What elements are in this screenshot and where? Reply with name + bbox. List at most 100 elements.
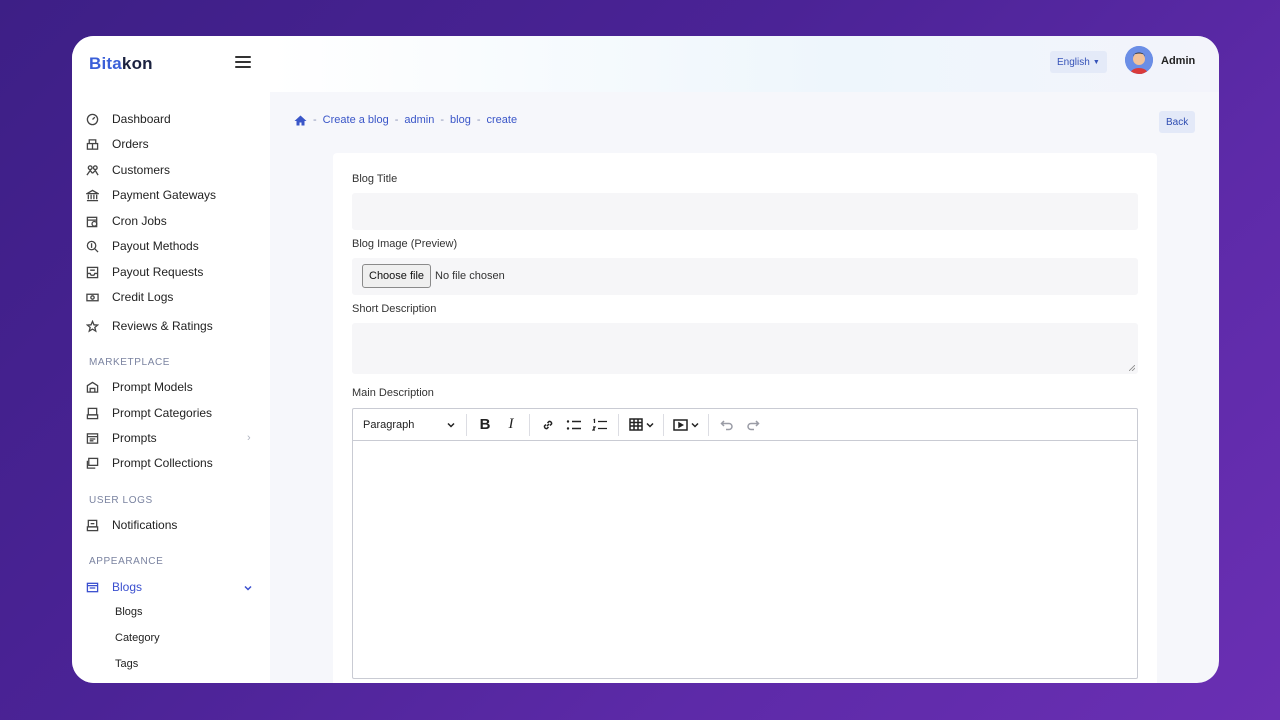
inbox-icon xyxy=(85,265,99,279)
sidebar-item-label: Prompt Collections xyxy=(112,456,213,470)
sidebar-item-prompt-categories[interactable]: Prompt Categories xyxy=(85,403,212,423)
money-icon xyxy=(85,290,99,304)
collection-icon xyxy=(85,456,99,470)
model-icon xyxy=(85,380,99,394)
sidebar-item-credit-logs[interactable]: Credit Logs xyxy=(85,287,173,307)
main-description-label: Main Description xyxy=(352,387,434,399)
blog-form-card: Blog Title Blog Image (Preview) Choose f… xyxy=(333,153,1157,683)
brand-logo[interactable]: Bitakon xyxy=(89,54,153,74)
language-dropdown[interactable]: English ▼ xyxy=(1050,51,1107,73)
sidebar-subitem-category[interactable]: Category xyxy=(115,632,160,644)
breadcrumb-item[interactable]: blog xyxy=(450,114,471,126)
sidebar-item-label: Prompts xyxy=(112,431,157,445)
customers-icon xyxy=(85,163,99,177)
user-name[interactable]: Admin xyxy=(1161,55,1195,67)
back-button[interactable]: Back xyxy=(1159,111,1196,133)
redo-icon xyxy=(747,419,760,430)
redo-button[interactable] xyxy=(740,414,766,436)
insert-table-dropdown[interactable] xyxy=(624,414,658,436)
bold-button[interactable]: B xyxy=(472,414,498,436)
insert-media-dropdown[interactable] xyxy=(669,414,703,436)
sidebar-item-label: Orders xyxy=(112,137,149,151)
table-icon xyxy=(628,418,643,431)
sidebar-item-payout-methods[interactable]: Payout Methods xyxy=(85,236,199,256)
sidebar-item-notifications[interactable]: Notifications xyxy=(85,515,177,535)
blog-title-label: Blog Title xyxy=(352,173,398,185)
bulleted-list-icon xyxy=(566,419,581,430)
caret-down-icon: ▼ xyxy=(1092,58,1100,66)
link-button[interactable] xyxy=(535,414,561,436)
breadcrumb: - Create a blog - admin - blog - create xyxy=(294,114,517,126)
sidebar-item-prompt-collections[interactable]: Prompt Collections xyxy=(85,453,213,473)
link-icon xyxy=(543,420,553,429)
editor-toolbar: Paragraph B I xyxy=(353,409,1137,441)
category-icon xyxy=(85,406,99,420)
sidebar-item-prompts[interactable]: Prompts xyxy=(85,428,157,448)
sidebar-item-label: Payout Methods xyxy=(112,239,199,253)
sidebar-subitem-blogs[interactable]: Blogs xyxy=(115,606,143,618)
bulleted-list-button[interactable] xyxy=(561,414,587,436)
language-label: English xyxy=(1057,56,1090,68)
undo-button[interactable] xyxy=(714,414,740,436)
editor-content-area[interactable] xyxy=(353,441,1137,678)
sidebar-item-label: Prompt Categories xyxy=(112,406,213,420)
sidebar-item-label: Cron Jobs xyxy=(112,214,167,228)
prompt-icon xyxy=(85,431,99,445)
sidebar-item-payment-gateways[interactable]: Payment Gateways xyxy=(85,185,216,205)
sidebar-subitem-tags[interactable]: Tags xyxy=(115,658,138,670)
breadcrumb-separator: - xyxy=(394,114,399,126)
avatar[interactable] xyxy=(1125,46,1153,74)
calendar-clock-icon xyxy=(85,214,99,228)
chevron-down-icon xyxy=(447,422,455,428)
paragraph-format-dropdown[interactable]: Paragraph xyxy=(363,414,461,436)
sidebar-item-label: Payment Gateways xyxy=(112,188,217,202)
star-icon xyxy=(85,319,99,333)
topbar: English ▼ Admin xyxy=(270,36,1219,92)
choose-file-button[interactable]: Choose file xyxy=(362,264,432,288)
breadcrumb-item[interactable]: Create a blog xyxy=(323,114,389,126)
breadcrumb-separator: - xyxy=(313,114,317,126)
breadcrumb-item[interactable]: admin xyxy=(404,114,434,126)
italic-button[interactable]: I xyxy=(498,414,524,436)
app-window: Bitakon Dashboard Orders Customers Payme… xyxy=(72,36,1219,683)
main-content: English ▼ Admin - Create a blog - admin … xyxy=(270,36,1219,683)
paragraph-label: Paragraph xyxy=(363,418,415,431)
blog-icon xyxy=(85,580,99,594)
sidebar-item-label: Prompt Models xyxy=(112,380,193,394)
sidebar-item-label: Blogs xyxy=(112,580,143,594)
sidebar-item-label: Credit Logs xyxy=(112,290,174,304)
sidebar-item-cron-jobs[interactable]: Cron Jobs xyxy=(85,211,167,231)
media-icon xyxy=(673,418,688,431)
italic-icon: I xyxy=(508,416,514,432)
numbered-list-button[interactable] xyxy=(587,414,613,436)
sidebar-item-payout-requests[interactable]: Payout Requests xyxy=(85,262,203,282)
chevron-down-icon xyxy=(691,422,699,428)
bank-icon xyxy=(85,188,99,202)
breadcrumb-separator: - xyxy=(476,114,481,126)
sidebar-item-label: Customers xyxy=(112,163,171,177)
chevron-down-icon[interactable] xyxy=(244,584,252,592)
breadcrumb-separator: - xyxy=(440,114,445,126)
search-money-icon xyxy=(85,239,99,253)
short-description-label: Short Description xyxy=(352,303,437,315)
sidebar-item-label: Dashboard xyxy=(112,112,171,126)
blog-image-file-input: Choose file No file chosen xyxy=(352,258,1138,295)
menu-toggle-icon[interactable] xyxy=(235,56,251,70)
rich-text-editor: Paragraph B I xyxy=(352,408,1138,679)
sidebar-item-blogs[interactable]: Blogs xyxy=(85,577,142,597)
sidebar-item-prompt-models[interactable]: Prompt Models xyxy=(85,377,193,397)
sidebar-item-dashboard[interactable]: Dashboard xyxy=(85,109,171,129)
sidebar-item-orders[interactable]: Orders xyxy=(85,134,149,154)
blog-title-input[interactable] xyxy=(352,193,1138,230)
bold-icon: B xyxy=(479,416,491,433)
sidebar-item-customers[interactable]: Customers xyxy=(85,160,170,180)
resize-handle-icon[interactable] xyxy=(1129,365,1135,371)
sidebar: Bitakon Dashboard Orders Customers Payme… xyxy=(72,36,270,683)
sidebar-item-label: Notifications xyxy=(112,518,178,532)
sidebar-item-reviews-ratings[interactable]: Reviews & Ratings xyxy=(85,316,213,336)
chevron-down-icon xyxy=(645,422,654,428)
blog-image-label: Blog Image (Preview) xyxy=(352,238,458,250)
breadcrumb-item[interactable]: create xyxy=(487,114,518,126)
short-description-textarea[interactable] xyxy=(352,323,1138,374)
home-icon[interactable] xyxy=(294,115,307,126)
